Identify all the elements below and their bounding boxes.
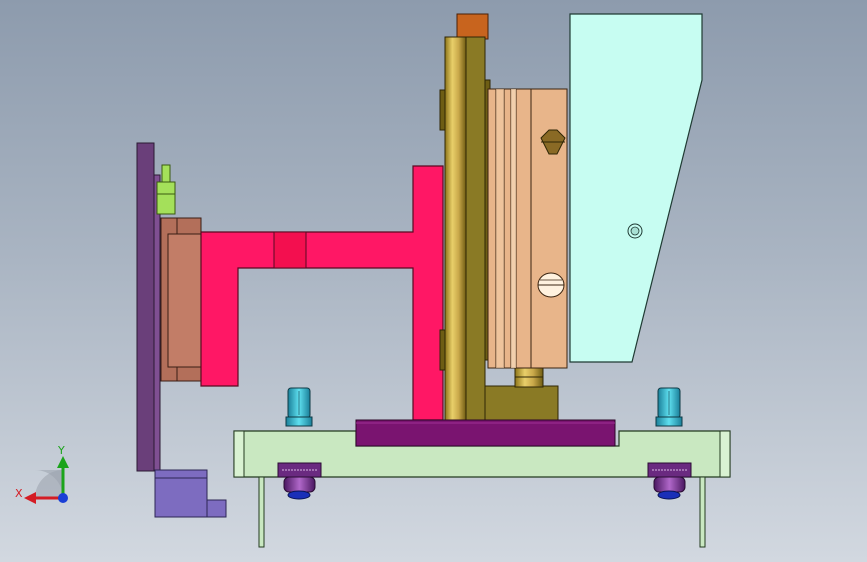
- suction-holder[interactable]: [167, 233, 203, 368]
- foot-left[interactable]: [277, 462, 322, 500]
- bottom-block-tab: [206, 499, 227, 518]
- pink-arm[interactable]: [200, 165, 444, 421]
- locating-pin-tip: [161, 164, 171, 184]
- cad-viewport[interactable]: Y X: [0, 0, 867, 562]
- bronze-rail[interactable]: [463, 36, 486, 423]
- shield-plate[interactable]: [569, 13, 703, 363]
- triad-x-label: X: [15, 487, 23, 500]
- coordinate-triad-icon: Y X: [15, 444, 69, 504]
- triad-y-label: Y: [57, 444, 65, 457]
- locating-pin[interactable]: [156, 181, 176, 215]
- guide-rod[interactable]: [444, 36, 467, 423]
- purple-spacer[interactable]: [355, 419, 616, 447]
- lower-bracket[interactable]: [484, 385, 559, 421]
- dowel-pin-left[interactable]: [258, 476, 265, 548]
- assembly-model[interactable]: Y X: [0, 0, 867, 562]
- pink-arm-clamp[interactable]: [273, 231, 307, 269]
- cap-screw-right[interactable]: [655, 387, 683, 427]
- orange-cap[interactable]: [456, 13, 489, 40]
- cap-screw-left[interactable]: [285, 387, 313, 427]
- dowel-pin-right[interactable]: [699, 476, 706, 548]
- foot-right[interactable]: [647, 462, 692, 500]
- left-rail-face: [153, 174, 161, 472]
- bottom-block[interactable]: [154, 469, 208, 518]
- left-rail[interactable]: [136, 142, 155, 472]
